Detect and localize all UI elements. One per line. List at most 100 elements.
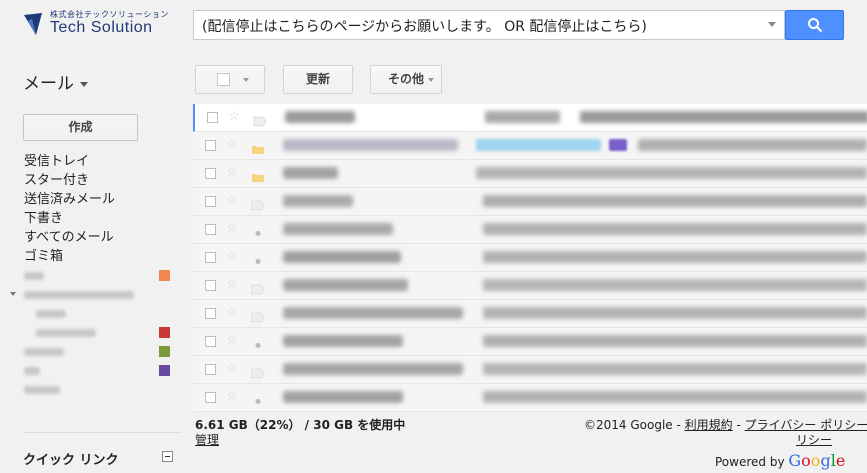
star-icon[interactable]: ☆ bbox=[226, 277, 238, 292]
label-item[interactable] bbox=[10, 285, 184, 304]
label-item[interactable] bbox=[24, 342, 184, 361]
redacted-snippet bbox=[483, 251, 867, 263]
redacted-label-tag bbox=[476, 139, 601, 151]
label-item[interactable] bbox=[24, 361, 184, 380]
label-item[interactable] bbox=[24, 304, 184, 323]
label-item[interactable] bbox=[24, 266, 184, 285]
importance-marker-icon[interactable] bbox=[251, 252, 265, 264]
table-row[interactable]: ☆ bbox=[193, 272, 867, 300]
folder-list: 受信トレイ スター付き 送信済みメール 下書き すべてのメール ゴミ箱 bbox=[10, 152, 184, 399]
label-color-swatch[interactable] bbox=[159, 346, 170, 357]
table-row[interactable]: ☆ bbox=[193, 356, 867, 384]
left-nav: メール 作成 受信トレイ スター付き 送信済みメール 下書き すべてのメール ゴ… bbox=[0, 52, 193, 473]
star-icon[interactable]: ☆ bbox=[226, 221, 238, 236]
label-color-swatch[interactable] bbox=[159, 270, 170, 281]
redacted-snippet bbox=[638, 139, 867, 151]
google-logo: Google bbox=[788, 451, 846, 470]
row-checkbox[interactable] bbox=[205, 196, 216, 207]
search-button[interactable] bbox=[785, 10, 844, 40]
importance-marker-icon[interactable] bbox=[251, 364, 265, 379]
more-caret-icon bbox=[428, 78, 434, 82]
storage-usage: 6.61 GB（22%） / 30 GB を使用中 bbox=[195, 418, 406, 432]
table-row[interactable]: ☆ bbox=[193, 216, 867, 244]
expand-triangle-icon[interactable] bbox=[10, 292, 16, 296]
table-row[interactable]: ☆ bbox=[193, 104, 867, 132]
row-checkbox[interactable] bbox=[205, 168, 216, 179]
nav-item-drafts[interactable]: 下書き bbox=[24, 209, 184, 228]
collapse-quick-links-button[interactable] bbox=[162, 451, 173, 462]
nav-item-all-mail[interactable]: すべてのメール bbox=[24, 228, 184, 247]
redacted-snippet bbox=[483, 307, 867, 319]
logo-mark-icon bbox=[24, 13, 42, 35]
star-icon[interactable]: ☆ bbox=[226, 249, 238, 264]
search-query: (配信停止はこちらのページからお願いします。 OR 配信停止はこちら) bbox=[202, 19, 647, 35]
row-checkbox[interactable] bbox=[205, 308, 216, 319]
search-options-caret-icon[interactable] bbox=[768, 22, 776, 27]
star-icon[interactable]: ☆ bbox=[226, 165, 238, 180]
table-row[interactable]: ☆ bbox=[193, 384, 867, 412]
manage-storage-link[interactable]: 管理 bbox=[195, 431, 219, 448]
company-logo[interactable]: 株式会社テックソリューション Tech Solution bbox=[22, 9, 172, 41]
star-icon[interactable]: ☆ bbox=[226, 193, 238, 208]
redacted-snippet bbox=[483, 391, 867, 403]
search-icon bbox=[808, 18, 823, 33]
importance-marker-icon[interactable] bbox=[251, 224, 265, 236]
redacted-snippet bbox=[483, 279, 867, 291]
redacted-label bbox=[24, 367, 40, 375]
label-color-swatch[interactable] bbox=[159, 365, 170, 376]
star-icon[interactable]: ☆ bbox=[226, 389, 238, 404]
star-icon[interactable]: ☆ bbox=[228, 109, 240, 124]
importance-marker-icon[interactable] bbox=[251, 308, 265, 323]
refresh-button[interactable]: 更新 bbox=[283, 65, 353, 94]
importance-marker-icon[interactable] bbox=[251, 196, 265, 211]
divider bbox=[23, 432, 181, 433]
importance-marker-icon[interactable] bbox=[251, 280, 265, 295]
table-row[interactable]: ☆ bbox=[193, 300, 867, 328]
nav-item-trash[interactable]: ゴミ箱 bbox=[24, 247, 184, 266]
nav-item-sent[interactable]: 送信済みメール bbox=[24, 190, 184, 209]
row-checkbox[interactable] bbox=[205, 364, 216, 375]
folder-icon[interactable] bbox=[251, 140, 265, 154]
redacted-snippet bbox=[483, 335, 867, 347]
table-row[interactable]: ☆ bbox=[193, 244, 867, 272]
row-checkbox[interactable] bbox=[205, 140, 216, 151]
importance-marker-icon[interactable] bbox=[253, 112, 267, 127]
select-all-checkbox[interactable] bbox=[217, 73, 230, 86]
table-row[interactable]: ☆ bbox=[193, 328, 867, 356]
label-color-swatch[interactable] bbox=[159, 327, 170, 338]
mail-menu[interactable]: メール bbox=[23, 69, 88, 94]
select-dropdown[interactable] bbox=[195, 65, 265, 94]
table-row[interactable]: ☆ bbox=[193, 188, 867, 216]
label-item[interactable] bbox=[24, 323, 184, 342]
redacted-label bbox=[24, 348, 64, 356]
redacted-sender bbox=[283, 391, 403, 403]
table-row[interactable]: ☆ bbox=[193, 160, 867, 188]
table-row[interactable]: ☆ bbox=[193, 132, 867, 160]
compose-button[interactable]: 作成 bbox=[23, 114, 138, 141]
nav-item-inbox[interactable]: 受信トレイ bbox=[24, 152, 184, 171]
powered-by: Powered by Google bbox=[715, 451, 845, 470]
terms-link[interactable]: 利用規約 bbox=[685, 418, 733, 432]
star-icon[interactable]: ☆ bbox=[226, 333, 238, 348]
row-checkbox[interactable] bbox=[205, 392, 216, 403]
row-checkbox[interactable] bbox=[205, 224, 216, 235]
row-checkbox[interactable] bbox=[205, 336, 216, 347]
row-checkbox[interactable] bbox=[205, 280, 216, 291]
label-item[interactable] bbox=[24, 380, 184, 399]
star-icon[interactable]: ☆ bbox=[226, 137, 238, 152]
more-button[interactable]: その他 bbox=[370, 65, 442, 94]
folder-icon[interactable] bbox=[251, 168, 265, 182]
privacy-link[interactable]: プライバシー ポリシー bbox=[745, 418, 867, 432]
star-icon[interactable]: ☆ bbox=[226, 361, 238, 376]
search-input[interactable]: (配信停止はこちらのページからお願いします。 OR 配信停止はこちら) bbox=[193, 10, 785, 40]
row-checkbox[interactable] bbox=[205, 252, 216, 263]
star-icon[interactable]: ☆ bbox=[226, 305, 238, 320]
copyright: ©2014 Google - bbox=[584, 418, 685, 432]
privacy-link-wrap[interactable]: リシー bbox=[796, 431, 832, 448]
importance-marker-icon[interactable] bbox=[251, 392, 265, 404]
redacted-label bbox=[24, 386, 60, 394]
nav-item-starred[interactable]: スター付き bbox=[24, 171, 184, 190]
row-checkbox[interactable] bbox=[207, 112, 218, 123]
importance-marker-icon[interactable] bbox=[251, 336, 265, 348]
redacted-sender bbox=[283, 223, 393, 235]
